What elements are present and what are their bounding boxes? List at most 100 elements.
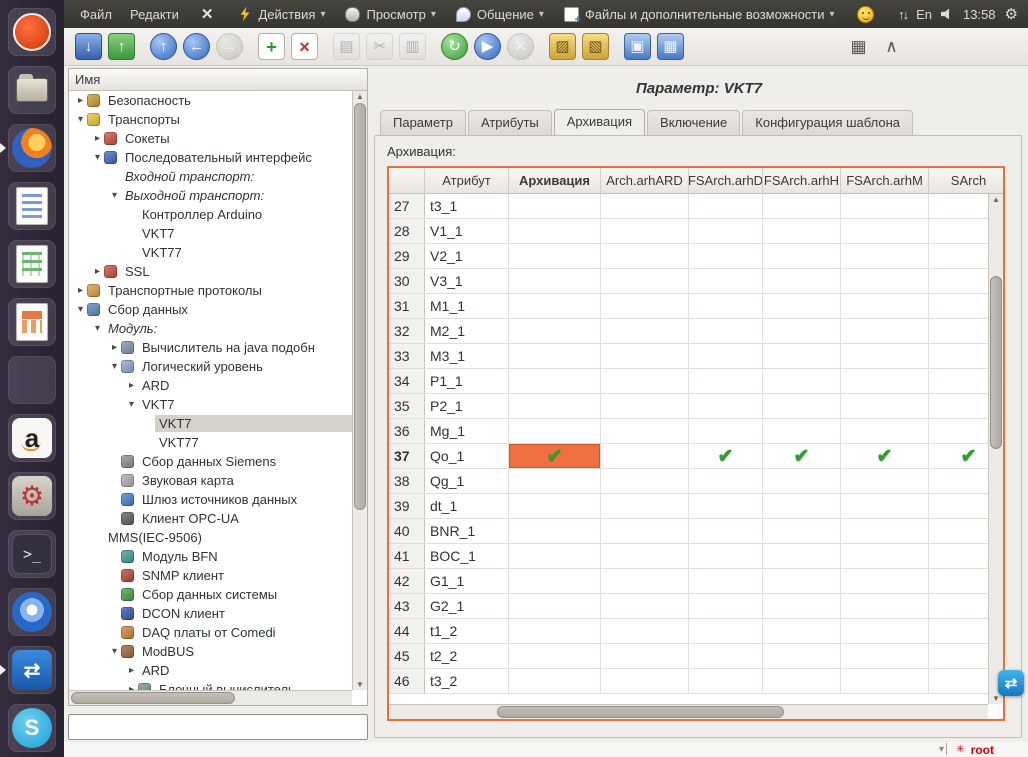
tree-item-входной-транспорт-[interactable]: Входной транспорт: xyxy=(69,167,352,186)
archive-cell[interactable] xyxy=(509,394,601,418)
column-header[interactable]: Атрибут xyxy=(425,168,509,193)
tree-item-modbus[interactable]: ▾ModBUS xyxy=(69,642,352,661)
expander-icon[interactable]: ▾ xyxy=(108,190,121,201)
row-number[interactable]: 36 xyxy=(389,419,425,443)
volume-icon[interactable] xyxy=(941,8,954,20)
tree-item-шлюз-источников-данных[interactable]: Шлюз источников данных xyxy=(69,490,352,509)
archive-cell[interactable] xyxy=(763,669,841,693)
archive-cell[interactable]: ✔ xyxy=(763,444,841,468)
row-number[interactable]: 40 xyxy=(389,519,425,543)
expander-icon[interactable]: ▾ xyxy=(108,361,121,372)
archive-cell[interactable] xyxy=(689,419,763,443)
archive-cell[interactable] xyxy=(763,544,841,568)
row-number[interactable]: 28 xyxy=(389,219,425,243)
archive-cell[interactable] xyxy=(841,394,929,418)
archive-cell[interactable] xyxy=(689,194,763,218)
collapse-icon[interactable]: ∧ xyxy=(878,33,905,60)
archive-cell[interactable] xyxy=(509,544,601,568)
column-header[interactable]: FSArch.arhH xyxy=(763,168,841,193)
attribute-cell[interactable]: P2_1 xyxy=(425,394,509,418)
row-number[interactable]: 43 xyxy=(389,594,425,618)
archive-cell[interactable] xyxy=(841,219,929,243)
column-header[interactable]: Архивация xyxy=(509,168,601,193)
row-number[interactable]: 33 xyxy=(389,344,425,368)
launcher-libreoffice[interactable] xyxy=(8,356,56,404)
attribute-cell[interactable]: BNR_1 xyxy=(425,519,509,543)
column-header[interactable]: FSArch.arhD xyxy=(689,168,763,193)
tree-item-сбор-данных-siemens[interactable]: Сбор данных Siemens xyxy=(69,452,352,471)
archive-cell[interactable] xyxy=(601,519,689,543)
archive-cell[interactable] xyxy=(689,219,763,243)
expander-icon[interactable]: ▾ xyxy=(125,399,138,410)
archive-cell[interactable] xyxy=(509,569,601,593)
expander-icon[interactable]: ▸ xyxy=(74,285,87,296)
archive-cell[interactable] xyxy=(601,569,689,593)
archive-cell[interactable] xyxy=(841,494,929,518)
archive-cell[interactable] xyxy=(509,369,601,393)
attribute-cell[interactable]: P1_1 xyxy=(425,369,509,393)
archive-cell[interactable] xyxy=(841,194,929,218)
row-number[interactable]: 45 xyxy=(389,644,425,668)
archive-cell[interactable] xyxy=(841,519,929,543)
add-item-icon[interactable]: + xyxy=(258,33,285,60)
tree-item-логический-уровень[interactable]: ▾Логический уровень xyxy=(69,357,352,376)
archive-cell[interactable] xyxy=(601,244,689,268)
archive-cell[interactable] xyxy=(763,594,841,618)
archive-cell[interactable] xyxy=(763,419,841,443)
tree-item-модуль-bfn[interactable]: Модуль BFN xyxy=(69,547,352,566)
tree-item-клиент-opc-ua[interactable]: Клиент OPC-UA xyxy=(69,509,352,528)
expander-icon[interactable]: ▾ xyxy=(74,304,87,315)
row-number[interactable]: 29 xyxy=(389,244,425,268)
archive-cell[interactable] xyxy=(601,419,689,443)
attribute-cell[interactable]: V2_1 xyxy=(425,244,509,268)
archive-cell[interactable] xyxy=(601,669,689,693)
archive-cell[interactable] xyxy=(509,244,601,268)
archive-cell[interactable] xyxy=(841,244,929,268)
copy-icon[interactable]: ▤ xyxy=(333,33,360,60)
menu-view[interactable]: Просмотр▾ xyxy=(345,7,435,22)
launcher-remote[interactable] xyxy=(8,646,56,694)
archive-cell[interactable] xyxy=(689,269,763,293)
archive-cell[interactable] xyxy=(689,369,763,393)
menu-actions[interactable]: Действия▾ xyxy=(237,7,325,22)
tree-item-vkt77[interactable]: VKT77 xyxy=(69,433,352,452)
archive-cell[interactable] xyxy=(509,294,601,318)
archive-cell[interactable] xyxy=(841,619,929,643)
archive-cell[interactable] xyxy=(763,319,841,343)
tree-horizontal-scrollbar[interactable] xyxy=(69,690,352,705)
archive-cell[interactable] xyxy=(841,569,929,593)
column-header[interactable]: Arch.arhARD xyxy=(601,168,689,193)
archive-cell[interactable] xyxy=(509,344,601,368)
expander-icon[interactable]: ▸ xyxy=(125,665,138,676)
up-level-icon[interactable]: ↑ xyxy=(150,33,177,60)
launcher-terminal[interactable] xyxy=(8,530,56,578)
archive-cell[interactable] xyxy=(763,394,841,418)
row-number[interactable]: 38 xyxy=(389,469,425,493)
row-number[interactable]: 46 xyxy=(389,669,425,693)
attribute-cell[interactable]: M3_1 xyxy=(425,344,509,368)
attribute-cell[interactable]: M2_1 xyxy=(425,319,509,343)
tree-item-модуль-[interactable]: ▾Модуль: xyxy=(69,319,352,338)
archive-cell[interactable] xyxy=(601,319,689,343)
archive-cell[interactable] xyxy=(763,344,841,368)
archive-cell[interactable] xyxy=(509,194,601,218)
archive-cell[interactable] xyxy=(509,419,601,443)
tree-item-mms-iec-9506-[interactable]: MMS(IEC-9506) xyxy=(69,528,352,547)
menu-files[interactable]: Файлы и дополнительные возможности▾ xyxy=(564,7,835,22)
archive-cell[interactable]: ✔ xyxy=(509,444,601,468)
row-number[interactable]: 44 xyxy=(389,619,425,643)
tree-item-snmp-клиент[interactable]: SNMP клиент xyxy=(69,566,352,585)
stop-icon[interactable]: ✕ xyxy=(507,33,534,60)
archive-cell[interactable] xyxy=(601,644,689,668)
archive-cell[interactable] xyxy=(763,519,841,543)
tree-filter-input[interactable] xyxy=(68,714,368,740)
archive-cell[interactable] xyxy=(509,619,601,643)
archive-cell[interactable] xyxy=(763,619,841,643)
table-vertical-scrollbar[interactable]: ▲ ▼ xyxy=(988,194,1003,704)
menu-file[interactable]: Файл xyxy=(80,7,112,22)
launcher-firefox[interactable] xyxy=(8,124,56,172)
archive-cell[interactable] xyxy=(601,294,689,318)
archive-cell[interactable] xyxy=(509,319,601,343)
tree-item-ard[interactable]: ▸ARD xyxy=(69,661,352,680)
tree-item-сбор-данных[interactable]: ▾Сбор данных xyxy=(69,300,352,319)
